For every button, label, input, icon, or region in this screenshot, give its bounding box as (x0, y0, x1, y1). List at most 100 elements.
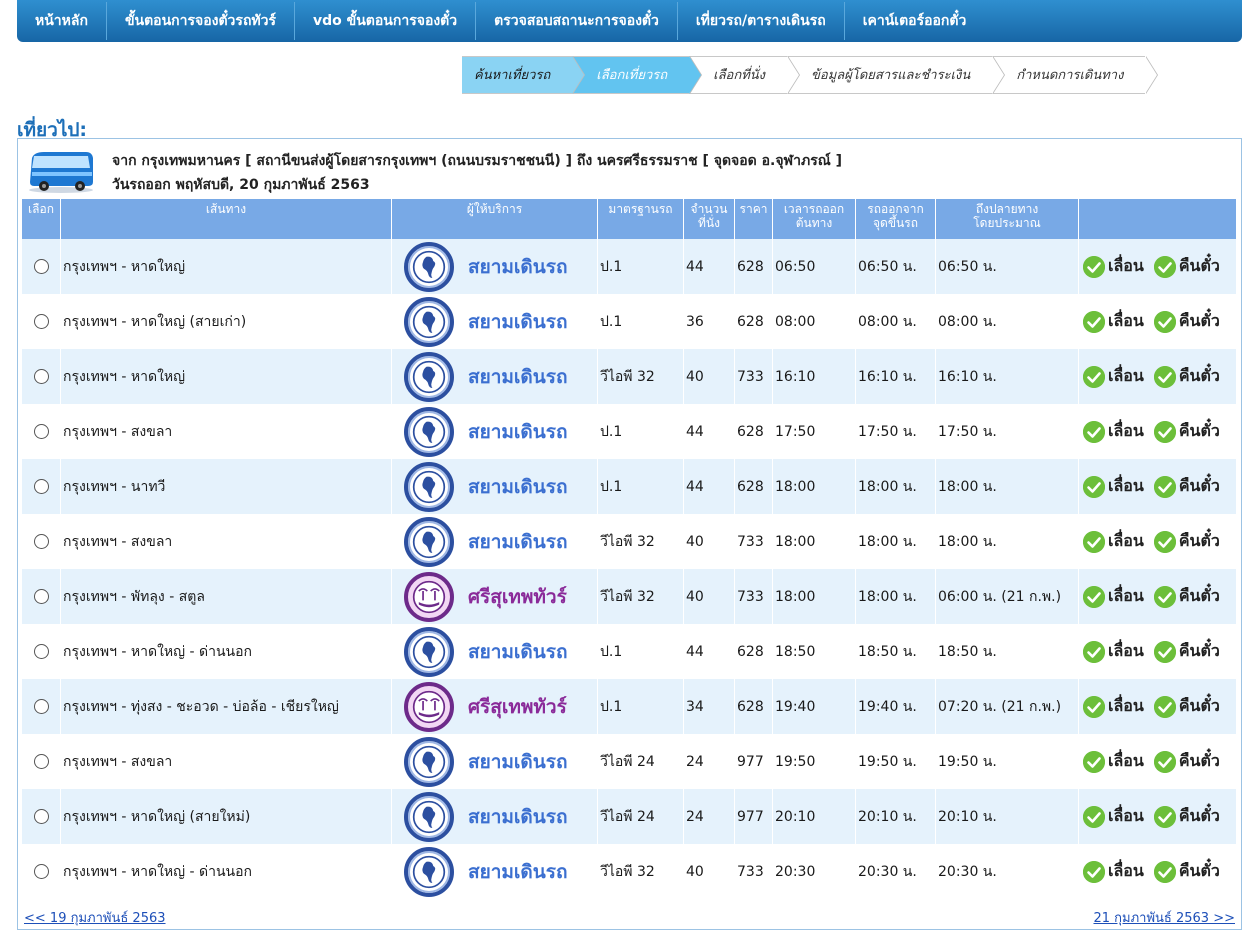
postpone-button[interactable]: เลื่อน (1083, 254, 1144, 279)
col-price: ราคา (735, 199, 773, 239)
arrive-cell: 18:00 น. (936, 514, 1079, 569)
postpone-label: เลื่อน (1108, 641, 1144, 660)
nav-booking-steps[interactable]: ขั้นตอนการจองตั๋วรถทัวร์ (107, 2, 296, 40)
standard-cell: ป.1 (598, 679, 684, 734)
top-navigation: หน้าหลัก ขั้นตอนการจองตั๋วรถทัวร์ vdo ขั… (17, 0, 1242, 42)
table-row[interactable]: กรุงเทพฯ - หาดใหญ่ (สายเก่า) สยามเดินรถ ป.… (22, 294, 1237, 349)
price-cell: 628 (735, 404, 773, 459)
price-cell: 628 (735, 679, 773, 734)
depart-origin-cell: 18:00 (773, 514, 856, 569)
postpone-label: เลื่อน (1108, 586, 1144, 605)
postpone-label: เลื่อน (1108, 696, 1144, 715)
route-cell: กรุงเทพฯ - สงขลา (61, 734, 392, 789)
check-circle-icon (1083, 420, 1105, 443)
postpone-button[interactable]: เลื่อน (1083, 419, 1144, 444)
select-radio[interactable] (33, 864, 49, 879)
table-row[interactable]: กรุงเทพฯ - หาดใหญ่ - ด่านนอก สยามเดินรถ ป.… (22, 624, 1237, 679)
depart-point-cell: 06:50 น. (856, 239, 936, 294)
postpone-button[interactable]: เลื่อน (1083, 474, 1144, 499)
refund-button[interactable]: คืนตั๋ว (1153, 584, 1220, 609)
standard-cell: ป.1 (598, 459, 684, 514)
seats-cell: 40 (684, 844, 735, 899)
col-actions (1079, 199, 1237, 239)
postpone-button[interactable]: เลื่อน (1083, 584, 1144, 609)
select-radio[interactable] (33, 314, 49, 329)
postpone-button[interactable]: เลื่อน (1083, 804, 1144, 829)
refund-button[interactable]: คืนตั๋ว (1153, 419, 1220, 444)
select-radio[interactable] (33, 534, 49, 549)
select-radio[interactable] (33, 424, 49, 439)
next-day-link[interactable]: 21 กุมภาพันธ์ 2563 >> (1093, 907, 1235, 928)
operator-cell: สยามเดินรถ (392, 844, 598, 899)
refund-button[interactable]: คืนตั๋ว (1153, 639, 1220, 664)
price-cell: 733 (735, 844, 773, 899)
col-standard: มาตรฐานรถ (598, 199, 684, 239)
table-row[interactable]: กรุงเทพฯ - นาทวี สยามเดินรถ ป.1 44 628 18:00 1… (22, 459, 1237, 514)
refund-button[interactable]: คืนตั๋ว (1153, 749, 1220, 774)
table-row[interactable]: กรุงเทพฯ - หาดใหญ่ - ด่านนอก สยามเดินรถ วี… (22, 844, 1237, 899)
refund-button[interactable]: คืนตั๋ว (1153, 529, 1220, 554)
depart-origin-cell: 08:00 (773, 294, 856, 349)
nav-vdo-booking-steps[interactable]: vdo ขั้นตอนการจองตั๋ว (295, 2, 477, 40)
refund-button[interactable]: คืนตั๋ว (1153, 804, 1220, 829)
step-search-trip[interactable]: ค้นหาเที่ยวรถ (462, 56, 586, 94)
table-row[interactable]: กรุงเทพฯ - พัทลุง - สตูล ศรีสุเทพทัวร์ วีไ… (22, 569, 1237, 624)
postpone-button[interactable]: เลื่อน (1083, 639, 1144, 664)
select-radio[interactable] (33, 809, 49, 824)
table-row[interactable]: กรุงเทพฯ - สงขลา สยามเดินรถ ป.1 44 628 17:50 1… (22, 404, 1237, 459)
nav-home[interactable]: หน้าหลัก (17, 2, 107, 40)
refund-button[interactable]: คืนตั๋ว (1153, 364, 1220, 389)
table-row[interactable]: กรุงเทพฯ - หาดใหญ่ สยามเดินรถ วีไอพี 32 40 7… (22, 349, 1237, 404)
booking-steps: ค้นหาเที่ยวรถ เลือกเที่ยวรถ เลือกที่นั่ง… (462, 56, 1159, 94)
table-row[interactable]: กรุงเทพฯ - หาดใหญ่ (สายใหม่) สยามเดินรถ วี… (22, 789, 1237, 844)
select-radio[interactable] (33, 699, 49, 714)
siam-thailand-map-logo-icon (404, 516, 454, 567)
price-cell: 733 (735, 569, 773, 624)
refund-button[interactable]: คืนตั๋ว (1153, 254, 1220, 279)
siam-thailand-map-logo-icon (404, 626, 454, 677)
arrive-cell: 18:50 น. (936, 624, 1079, 679)
operator-cell: สยามเดินรถ (392, 624, 598, 679)
refund-button[interactable]: คืนตั๋ว (1153, 859, 1220, 884)
prev-day-link[interactable]: << 19 กุมภาพันธ์ 2563 (24, 907, 166, 928)
nav-check-booking-status[interactable]: ตรวจสอบสถานะการจองตั๋ว (476, 2, 678, 40)
postpone-button[interactable]: เลื่อน (1083, 694, 1144, 719)
postpone-button[interactable]: เลื่อน (1083, 749, 1144, 774)
depart-origin-cell: 20:30 (773, 844, 856, 899)
route-cell: กรุงเทพฯ - สงขลา (61, 404, 392, 459)
select-radio-cell (22, 844, 61, 899)
select-radio[interactable] (33, 369, 49, 384)
postpone-button[interactable]: เลื่อน (1083, 859, 1144, 884)
table-row[interactable]: กรุงเทพฯ - ทุ่งสง - ชะอวด - บ่อล้อ - เชี… (22, 679, 1237, 734)
refund-button[interactable]: คืนตั๋ว (1153, 309, 1220, 334)
operator-cell: ศรีสุเทพทัวร์ (392, 679, 598, 734)
select-radio[interactable] (33, 479, 49, 494)
postpone-label: เลื่อน (1108, 531, 1144, 550)
postpone-button[interactable]: เลื่อน (1083, 364, 1144, 389)
select-radio[interactable] (33, 754, 49, 769)
postpone-label: เลื่อน (1108, 421, 1144, 440)
select-radio-cell (22, 734, 61, 789)
depart-point-cell: 16:10 น. (856, 349, 936, 404)
arrive-cell: 17:50 น. (936, 404, 1079, 459)
nav-timetable[interactable]: เที่ยวรถ/ตารางเดินรถ (678, 2, 845, 40)
select-radio[interactable] (33, 259, 49, 274)
route-cell: กรุงเทพฯ - หาดใหญ่ (สายใหม่) (61, 789, 392, 844)
refund-button[interactable]: คืนตั๋ว (1153, 474, 1220, 499)
table-row[interactable]: กรุงเทพฯ - หาดใหญ่ สยามเดินรถ ป.1 44 628 06:5… (22, 239, 1237, 294)
price-cell: 977 (735, 734, 773, 789)
postpone-button[interactable]: เลื่อน (1083, 309, 1144, 334)
refund-label: คืนตั๋ว (1178, 311, 1220, 330)
select-radio-cell (22, 239, 61, 294)
check-circle-icon (1083, 255, 1105, 278)
srisuthep-palm-logo-icon (404, 571, 454, 622)
refund-button[interactable]: คืนตั๋ว (1153, 694, 1220, 719)
postpone-button[interactable]: เลื่อน (1083, 529, 1144, 554)
select-radio[interactable] (33, 589, 49, 604)
table-row[interactable]: กรุงเทพฯ - สงขลา สยามเดินรถ วีไอพี 32 40 733… (22, 514, 1237, 569)
select-radio[interactable] (33, 644, 49, 659)
operator-cell: สยามเดินรถ (392, 294, 598, 349)
table-row[interactable]: กรุงเทพฯ - สงขลา สยามเดินรถ วีไอพี 24 24 977… (22, 734, 1237, 789)
nav-ticket-counters[interactable]: เคาน์เตอร์ออกตั๋ว (845, 2, 985, 40)
actions-cell: เลื่อน คืนตั๋ว (1079, 844, 1237, 899)
